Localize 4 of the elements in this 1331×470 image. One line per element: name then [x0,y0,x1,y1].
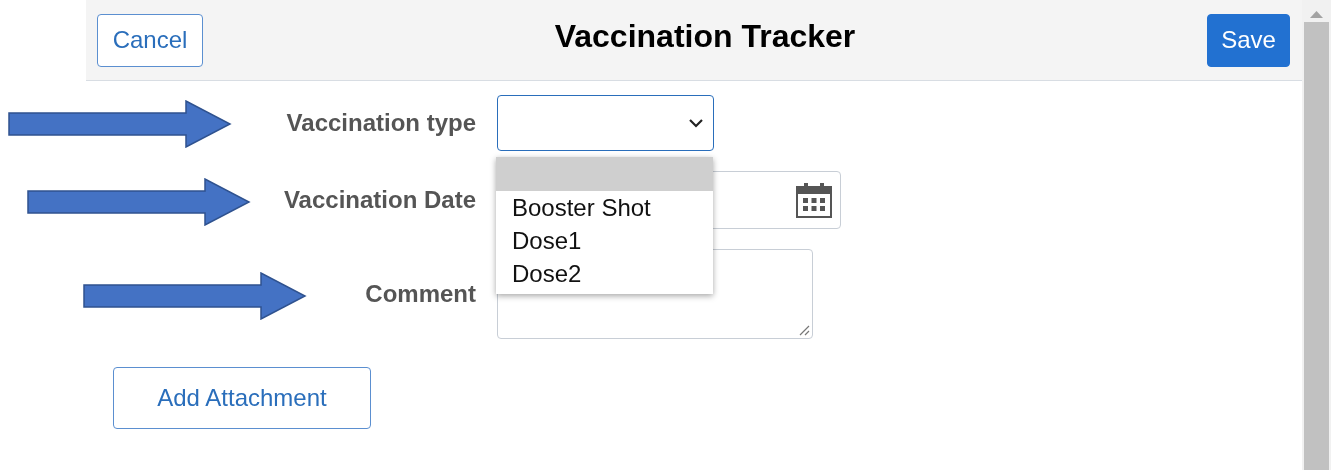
field-label: Vaccination type [286,109,476,136]
page-title: Vaccination Tracker [554,17,856,55]
field-label: Vaccination Date [283,186,476,213]
field-label: Comment [365,280,476,307]
